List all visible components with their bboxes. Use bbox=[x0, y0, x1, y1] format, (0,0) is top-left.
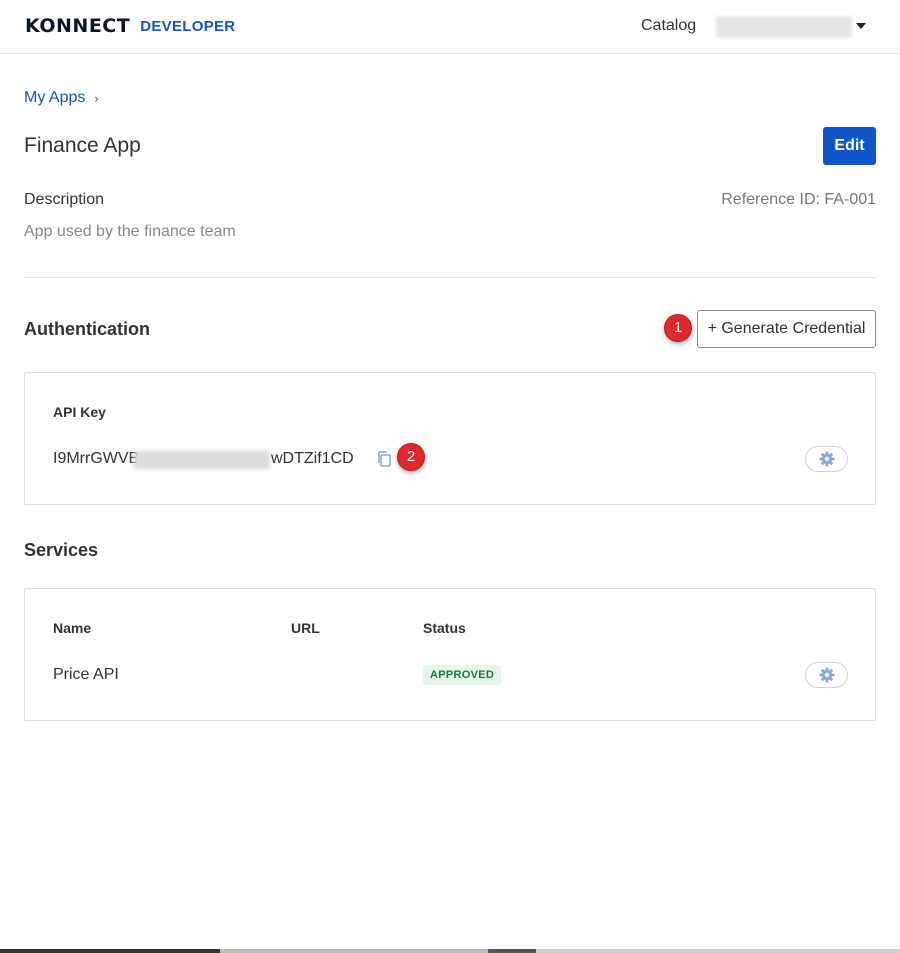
bottom-edge-strip bbox=[0, 949, 900, 953]
api-key-label: API Key bbox=[53, 404, 106, 420]
service-name: Price API bbox=[53, 666, 119, 683]
annotation-marker-2: 2 bbox=[397, 443, 425, 471]
top-navbar: KONNECT DEVELOPER Catalog bbox=[0, 0, 900, 54]
copy-icon[interactable] bbox=[377, 451, 391, 467]
authentication-title: Authentication bbox=[24, 319, 150, 339]
gear-icon bbox=[819, 667, 834, 683]
column-header-name: Name bbox=[53, 620, 92, 636]
annotation-marker-1: 1 bbox=[664, 314, 692, 342]
services-title: Services bbox=[24, 540, 99, 560]
chevron-down-icon[interactable] bbox=[856, 23, 866, 29]
description-label: Description bbox=[24, 191, 105, 208]
brand-logo[interactable]: KONNECT DEVELOPER bbox=[25, 15, 236, 37]
breadcrumb: My Apps › bbox=[24, 89, 99, 107]
user-menu-name-redacted[interactable] bbox=[716, 16, 852, 38]
api-key-value-start: I9MrrGWVB bbox=[53, 450, 140, 467]
reference-id: Reference ID: FA-001 bbox=[721, 191, 876, 208]
service-settings-button[interactable] bbox=[805, 662, 848, 688]
generate-credential-button[interactable]: + Generate Credential bbox=[697, 310, 876, 348]
nav-catalog-link[interactable]: Catalog bbox=[641, 17, 696, 35]
column-header-url: URL bbox=[291, 620, 320, 636]
status-badge: APPROVED bbox=[423, 665, 502, 685]
page-title: Finance App bbox=[24, 134, 141, 157]
breadcrumb-my-apps[interactable]: My Apps bbox=[24, 89, 85, 107]
column-header-status: Status bbox=[423, 620, 466, 636]
logo-wordmark: KONNECT bbox=[25, 15, 131, 37]
api-key-value-end: wDTZif1CD bbox=[271, 450, 354, 467]
api-key-settings-button[interactable] bbox=[805, 446, 848, 472]
services-card: Name URL Status Price API APPROVED bbox=[24, 588, 876, 721]
api-key-redacted bbox=[134, 451, 270, 469]
breadcrumb-separator: › bbox=[94, 90, 99, 106]
edit-button[interactable]: Edit bbox=[823, 127, 876, 165]
description-text: App used by the finance team bbox=[24, 223, 236, 240]
section-divider bbox=[24, 277, 876, 278]
logo-developer-label: DEVELOPER bbox=[140, 17, 236, 35]
api-key-card: API Key I9MrrGWVB wDTZif1CD 2 bbox=[24, 372, 876, 505]
gear-icon bbox=[819, 451, 834, 467]
